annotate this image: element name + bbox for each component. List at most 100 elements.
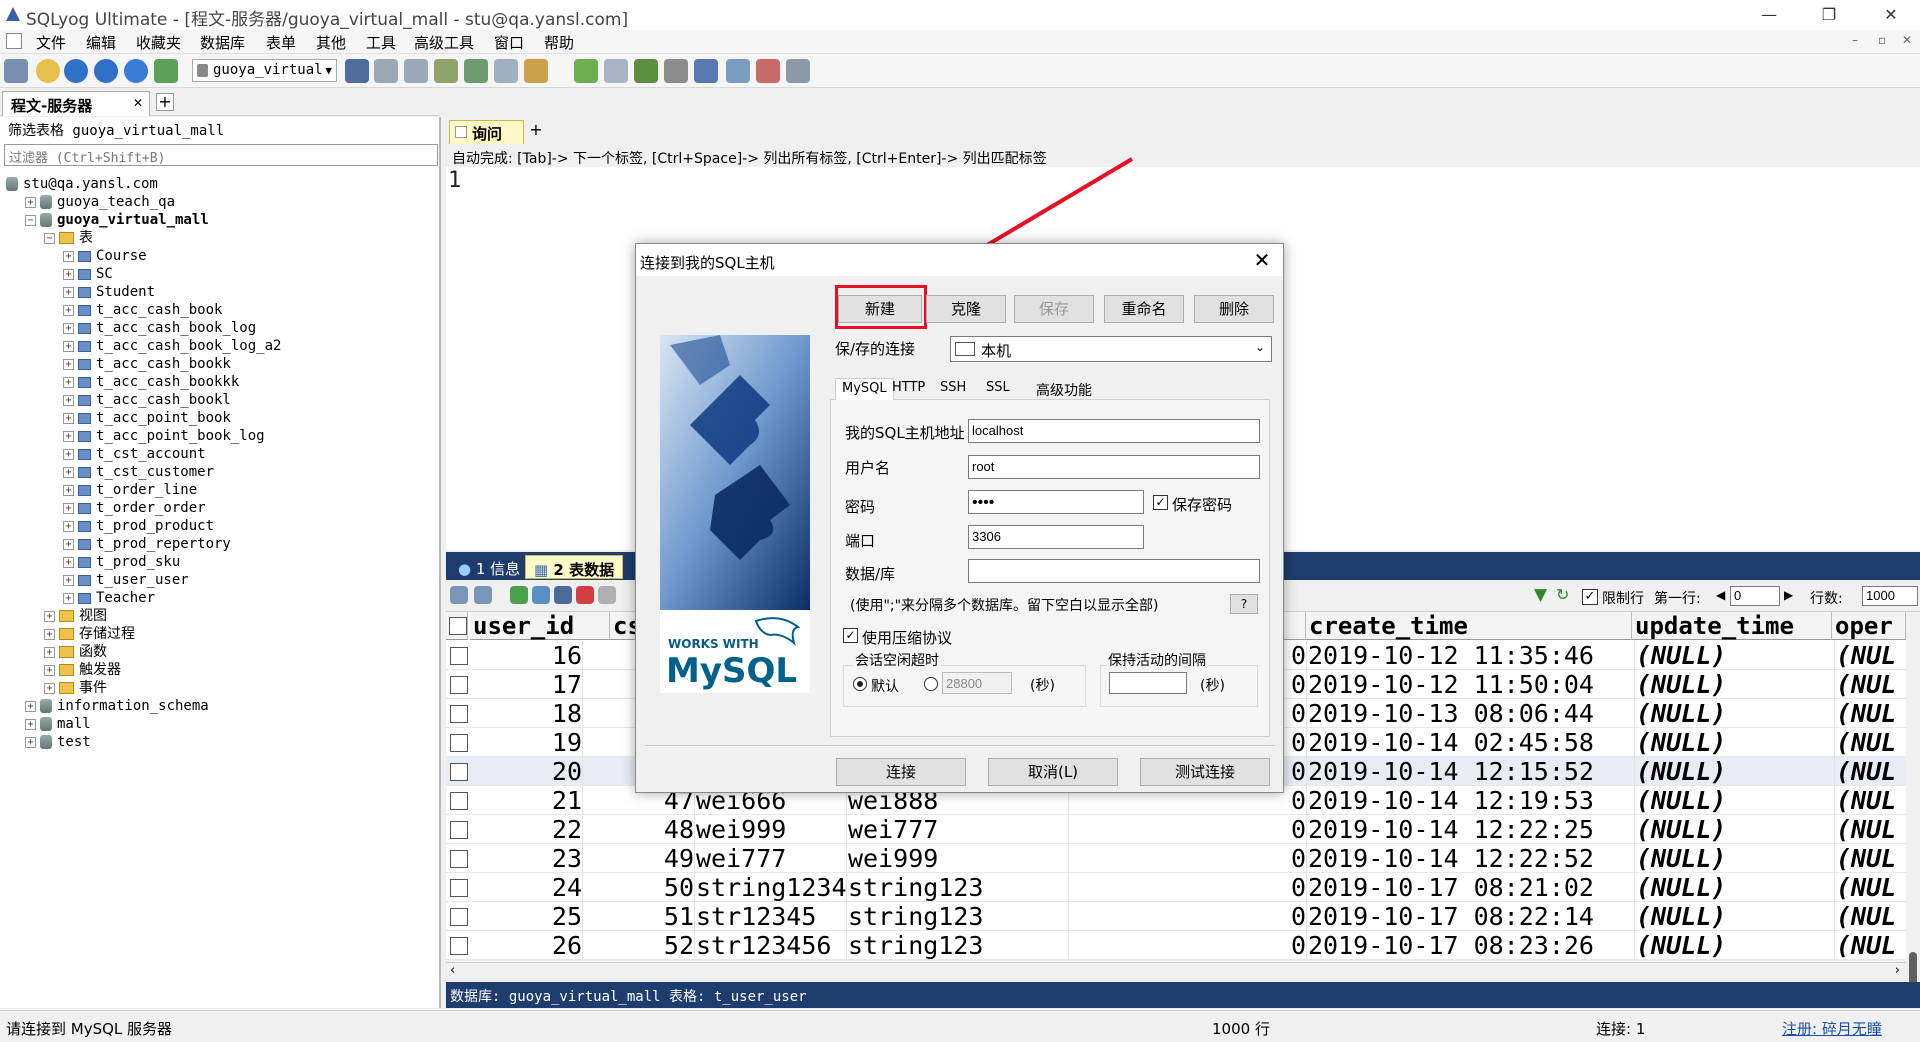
table-cell[interactable]: 16	[470, 641, 582, 670]
port-input[interactable]: 3306	[968, 525, 1144, 549]
expand-icon[interactable]: +	[25, 718, 36, 730]
schedule-icon[interactable]	[604, 59, 628, 83]
table-cell[interactable]: 26	[470, 931, 582, 960]
expand-icon[interactable]: +	[63, 448, 74, 460]
row-checkbox[interactable]	[450, 676, 468, 694]
table-cell[interactable]: (NUL	[1836, 873, 1906, 902]
table-cell[interactable]: 25	[470, 902, 582, 931]
view-mode-icon[interactable]	[474, 586, 492, 604]
notifications-icon[interactable]	[786, 59, 810, 83]
tab-messages[interactable]: ● 1 信息	[450, 555, 528, 579]
grid-header-cell[interactable]: user_id	[470, 612, 610, 640]
expand-icon[interactable]: +	[63, 592, 74, 604]
help-button[interactable]: ?	[1230, 594, 1258, 614]
menu-tools[interactable]: 工具	[364, 32, 398, 53]
forward-icon[interactable]	[94, 59, 118, 83]
custom-timeout-radio[interactable]	[924, 677, 938, 691]
table-cell[interactable]: str12345	[696, 902, 846, 931]
table-cell[interactable]: (NULL)	[1636, 844, 1830, 873]
mdi-minimize-icon[interactable]: –	[1852, 33, 1858, 47]
tab-advanced[interactable]: 高级功能	[1030, 378, 1098, 400]
table-cell[interactable]: 2019-10-14 12:22:52	[1308, 844, 1634, 873]
tree-item[interactable]: + 触发器	[6, 661, 436, 679]
table-cell[interactable]: wei777	[848, 815, 1068, 844]
expand-icon[interactable]: +	[63, 358, 74, 370]
close-button[interactable]: ✕	[1868, 0, 1914, 30]
tree-item[interactable]: + t_acc_cash_book_log_a2	[6, 337, 436, 355]
save-password-checkbox[interactable]: ✓	[1153, 495, 1168, 510]
favorites-icon[interactable]	[154, 59, 178, 83]
tab-mysql[interactable]: MySQL	[835, 378, 894, 400]
menu-file[interactable]: 文件	[34, 32, 68, 53]
back-icon[interactable]	[64, 59, 88, 83]
collapse-icon[interactable]: −	[25, 214, 36, 226]
table-cell[interactable]: (NUL	[1836, 728, 1906, 757]
table-cell[interactable]: (NULL)	[1636, 757, 1830, 786]
expand-icon[interactable]: +	[63, 502, 74, 514]
expand-icon[interactable]: +	[63, 322, 74, 334]
tree-item[interactable]: + Course	[6, 247, 436, 265]
scroll-right-icon[interactable]: ›	[1895, 963, 1900, 978]
tab-table-data[interactable]: ▦ 2 表数据	[525, 555, 624, 579]
table-cell[interactable]: (NUL	[1836, 757, 1906, 786]
default-radio[interactable]	[853, 677, 867, 691]
tree-item[interactable]: − guoya_virtual_mall	[6, 211, 436, 229]
database-select[interactable]: guoya_virtual ▼	[192, 59, 337, 82]
optimize-icon[interactable]	[664, 59, 688, 83]
table-cell[interactable]: 2019-10-17 08:22:14	[1308, 902, 1634, 931]
table-cell[interactable]: 2019-10-17 08:21:02	[1308, 873, 1634, 902]
table-cell[interactable]: (NUL	[1836, 844, 1906, 873]
saved-connections-select[interactable]: 本机 ⌄	[950, 336, 1272, 362]
table-cell[interactable]: (NUL	[1836, 641, 1906, 670]
expand-icon[interactable]: +	[44, 646, 55, 658]
row-checkbox[interactable]	[450, 879, 468, 897]
row-checkbox[interactable]	[450, 937, 468, 955]
tree-item[interactable]: + 存储过程	[6, 625, 436, 643]
save-icon[interactable]	[554, 586, 572, 604]
grid-header-cell[interactable]: create_time	[1306, 612, 1632, 640]
table-cell[interactable]: (NUL	[1836, 699, 1906, 728]
table-cell[interactable]: (NUL	[1836, 931, 1906, 960]
menu-window[interactable]: 窗口	[492, 32, 526, 53]
grid-header-cell[interactable]: oper	[1832, 612, 1906, 640]
refresh-icon[interactable]: ↻	[1556, 585, 1569, 604]
menu-database[interactable]: 数据库	[198, 32, 247, 53]
query-builder-icon[interactable]	[726, 59, 750, 83]
table-row[interactable]: 23 49 wei777 wei999 0 2019-10-14 12:22:52 (NUL…	[446, 844, 1906, 873]
tree-item[interactable]: + 函数	[6, 643, 436, 661]
clone-button[interactable]: 克隆	[926, 295, 1006, 323]
table-cell[interactable]: (NUL	[1836, 902, 1906, 931]
tree-item[interactable]: + t_cst_account	[6, 445, 436, 463]
expand-icon[interactable]: +	[44, 664, 55, 676]
table-cell[interactable]: 2019-10-12 11:35:46	[1308, 641, 1634, 670]
delete-button[interactable]: 删除	[1194, 295, 1274, 323]
connect-button[interactable]: 连接	[836, 758, 966, 786]
tab-ssl[interactable]: SSL	[980, 378, 1016, 400]
tree-item[interactable]: + Teacher	[6, 589, 436, 607]
table-cell[interactable]: 2019-10-14 02:45:58	[1308, 728, 1634, 757]
rename-button[interactable]: 重命名	[1104, 295, 1184, 323]
tree-item[interactable]: − 表	[6, 229, 436, 247]
duplicate-row-icon[interactable]	[532, 586, 550, 604]
table-cell[interactable]: (NULL)	[1636, 728, 1830, 757]
table-cell[interactable]: string123	[848, 902, 1068, 931]
table-row[interactable]: 25 51 str12345 string123 0 2019-10-17 08:22:1…	[446, 902, 1906, 931]
password-input[interactable]: ••••	[968, 490, 1144, 514]
connect-icon[interactable]	[4, 59, 28, 83]
tree-item[interactable]: + t_acc_cash_bookl	[6, 391, 436, 409]
expand-icon[interactable]: +	[63, 286, 74, 298]
new-table-icon[interactable]	[404, 59, 428, 83]
schema-designer-icon[interactable]	[756, 59, 780, 83]
expand-icon[interactable]: +	[44, 610, 55, 622]
grid-header-cell[interactable]: update_time	[1632, 612, 1832, 640]
tree-item[interactable]: + t_acc_point_book	[6, 409, 436, 427]
tree-item[interactable]: + t_prod_sku	[6, 553, 436, 571]
menu-table[interactable]: 表单	[264, 32, 298, 53]
tab-ssh[interactable]: SSH	[934, 378, 972, 400]
expand-icon[interactable]: +	[63, 538, 74, 550]
tree-item[interactable]: + 事件	[6, 679, 436, 697]
expand-icon[interactable]: +	[44, 682, 55, 694]
expand-icon[interactable]: +	[63, 250, 74, 262]
filter-input[interactable]: 过滤器 (Ctrl+Shift+B)	[4, 144, 438, 166]
table-cell[interactable]: (NULL)	[1636, 873, 1830, 902]
